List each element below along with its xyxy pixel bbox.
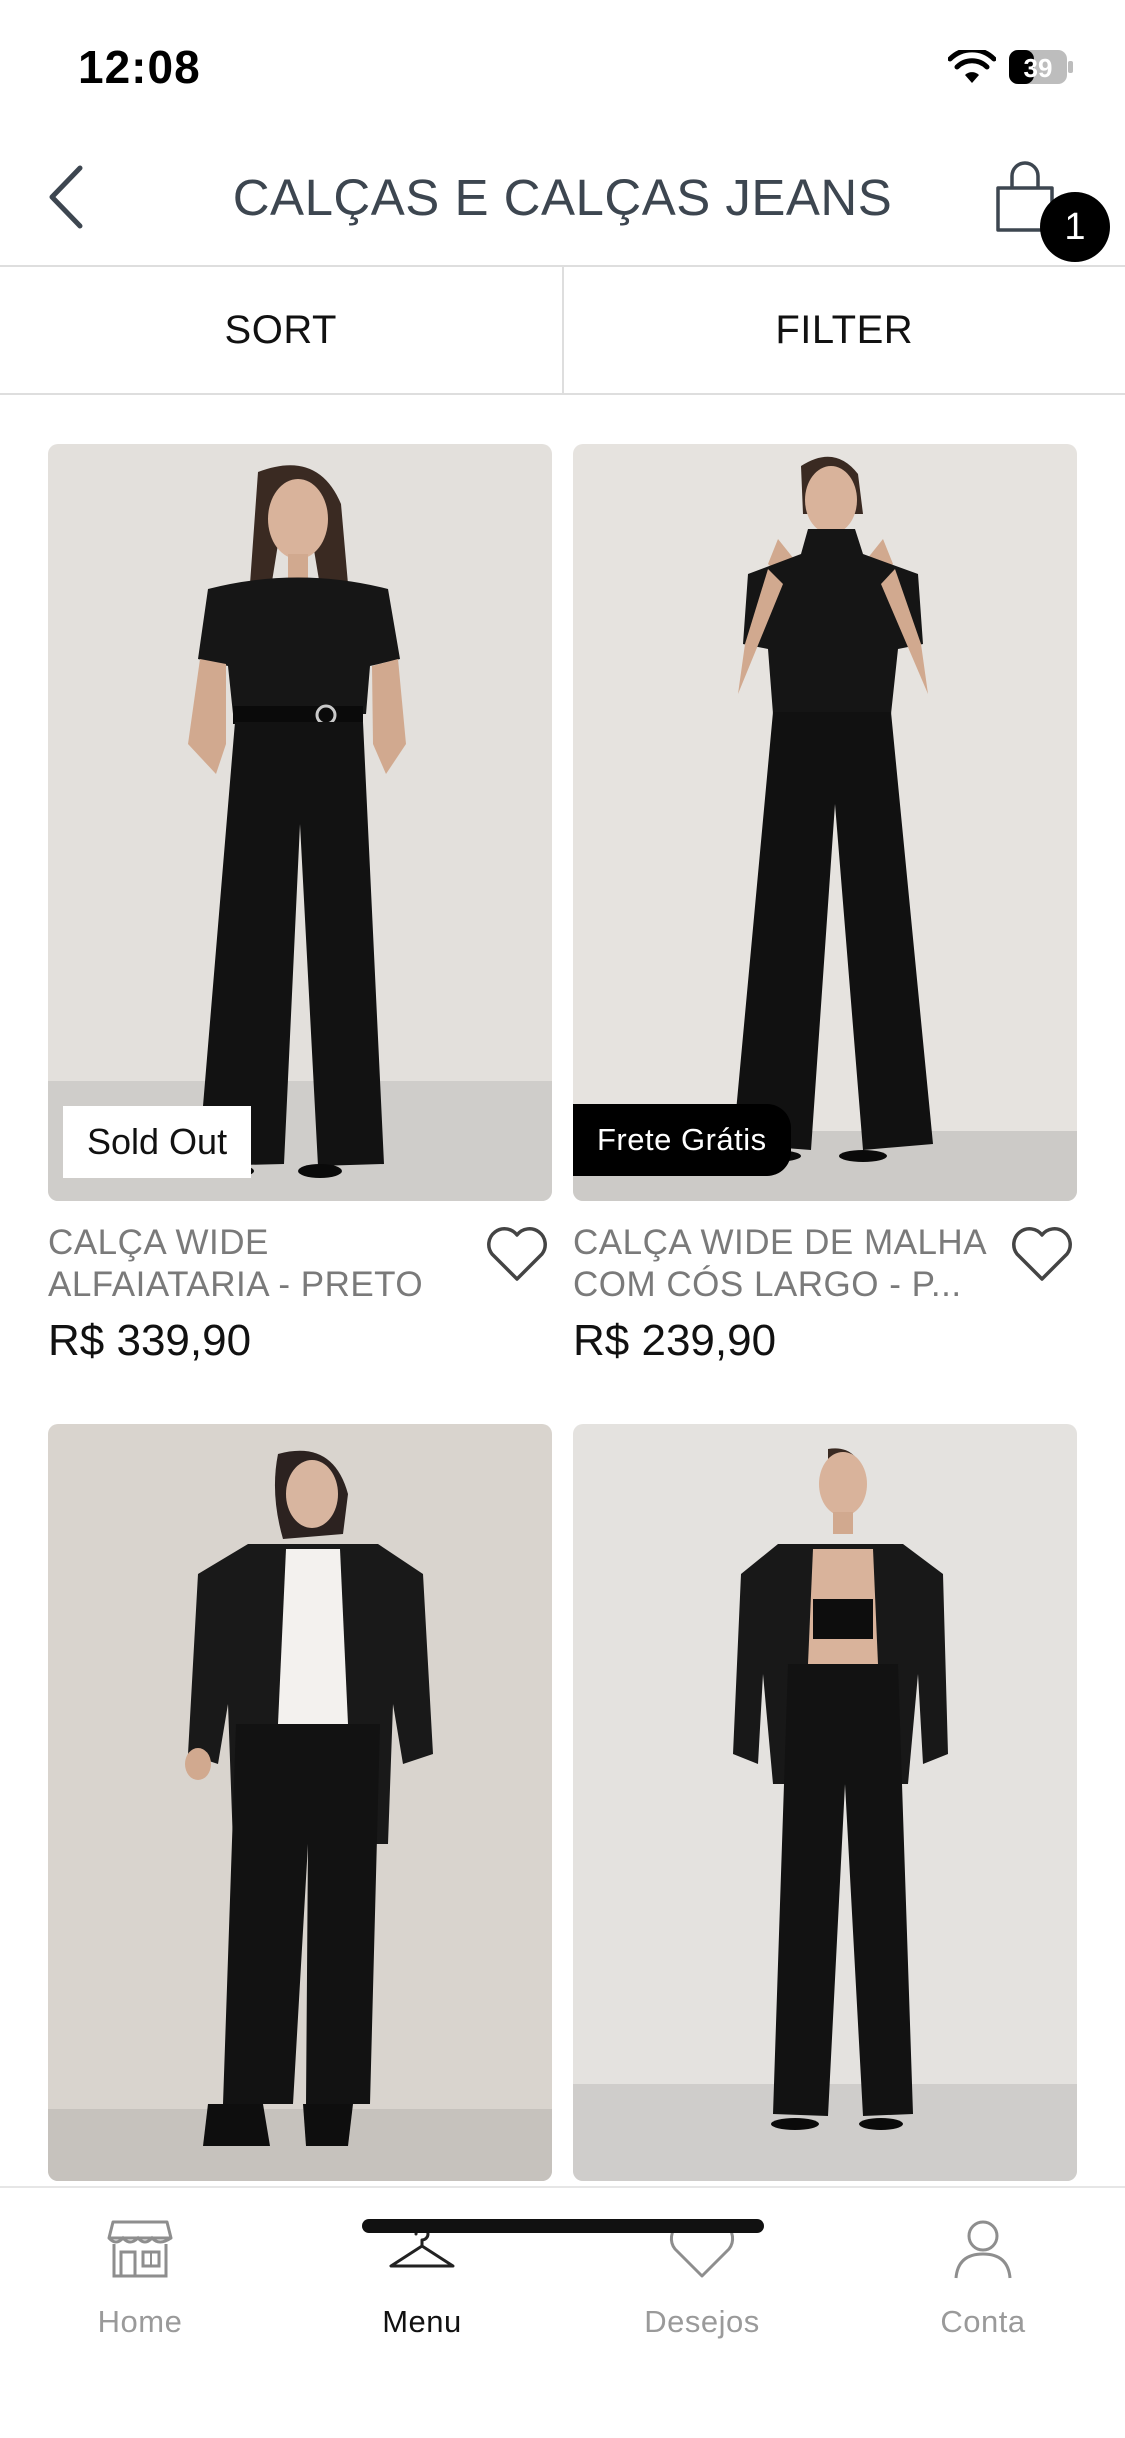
product-name-line2: ALFAIATARIA - PRETO (48, 1264, 468, 1306)
product-price: R$ 339,90 (48, 1316, 251, 1366)
battery-level: 39 (1024, 53, 1053, 83)
product-image[interactable]: Frete Grátis (573, 444, 1077, 1201)
battery-icon: 39 (1008, 49, 1074, 85)
cart-count-badge[interactable]: 1 (1040, 192, 1110, 262)
wishlist-heart-icon[interactable] (484, 1224, 550, 1284)
sold-out-badge: Sold Out (63, 1106, 251, 1178)
product-price: R$ 239,90 (573, 1316, 776, 1366)
filter-button[interactable]: FILTER (564, 267, 1125, 393)
free-shipping-badge: Frete Grátis (573, 1104, 791, 1176)
navigation-header: CALÇAS E CALÇAS JEANS 1 (0, 130, 1125, 267)
person-icon (948, 2216, 1018, 2282)
wifi-icon (948, 50, 996, 86)
product-name[interactable]: CALÇA WIDE ALFAIATARIA - PRETO (48, 1222, 468, 1306)
home-indicator[interactable] (362, 2219, 764, 2233)
back-chevron-icon[interactable] (42, 162, 92, 232)
product-name-line2: COM CÓS LARGO - P... (573, 1264, 993, 1306)
product-name[interactable]: CALÇA WIDE DE MALHA COM CÓS LARGO - P... (573, 1222, 993, 1306)
status-time: 12:08 (78, 40, 201, 94)
tab-home[interactable]: Home (50, 2216, 230, 2340)
tab-label: Menu (332, 2304, 512, 2340)
product-image[interactable] (573, 1424, 1077, 2181)
tab-label: Home (50, 2304, 230, 2340)
wishlist-heart-icon[interactable] (1009, 1224, 1075, 1284)
tab-menu[interactable]: Menu (332, 2216, 512, 2340)
product-name-line1: CALÇA WIDE DE MALHA (573, 1222, 993, 1264)
tab-conta[interactable]: Conta (893, 2216, 1073, 2340)
product-name-line1: CALÇA WIDE (48, 1222, 468, 1264)
sort-filter-bar: SORT FILTER (0, 267, 1125, 395)
storefront-icon (105, 2216, 175, 2282)
tab-desejos[interactable]: Desejos (612, 2216, 792, 2340)
product-image[interactable] (48, 1424, 552, 2181)
sort-button[interactable]: SORT (0, 267, 564, 393)
product-image[interactable]: Sold Out (48, 444, 552, 1201)
tab-label: Desejos (612, 2304, 792, 2340)
page-title: CALÇAS E CALÇAS JEANS (150, 168, 975, 227)
tab-label: Conta (893, 2304, 1073, 2340)
status-bar: 12:08 39 (0, 0, 1125, 130)
